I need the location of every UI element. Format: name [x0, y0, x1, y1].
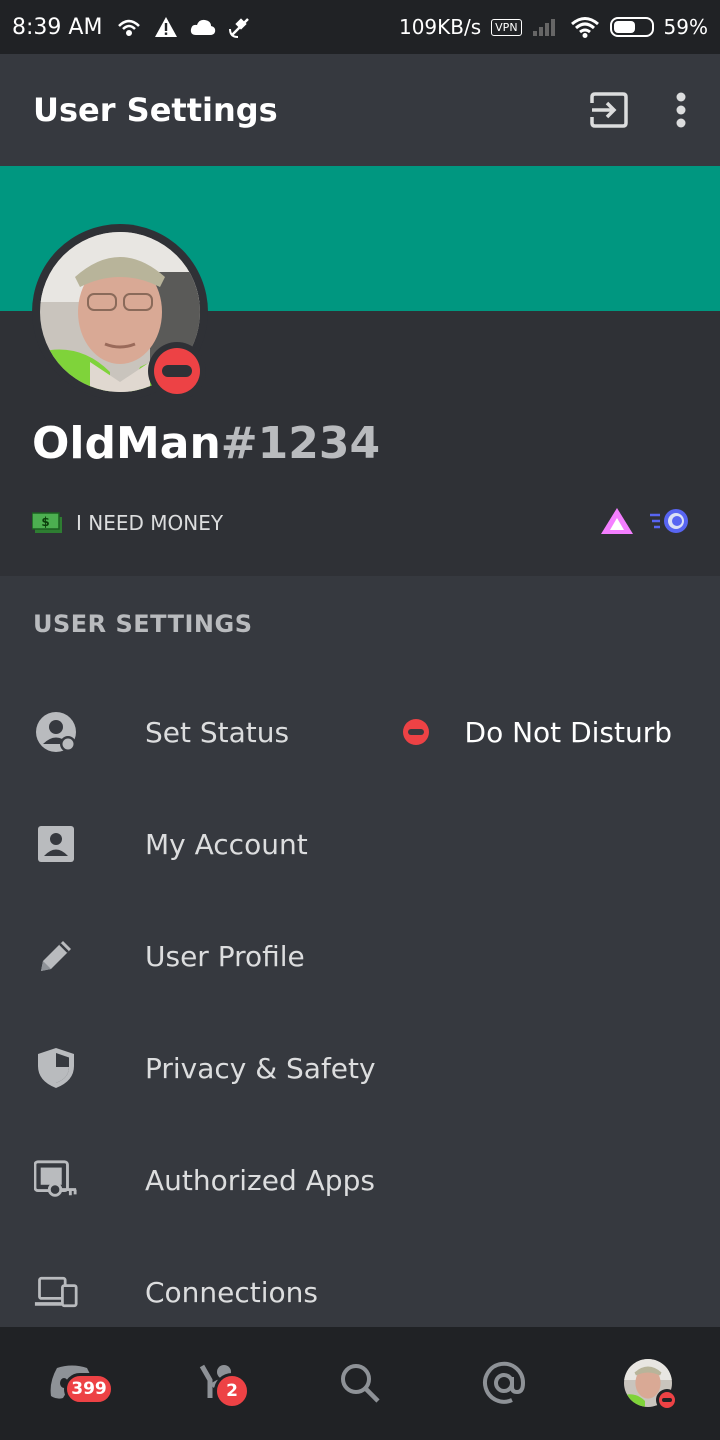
- apps-key-icon: [34, 1158, 78, 1202]
- battery-icon: [609, 17, 654, 37]
- battery-percent: 59%: [663, 15, 708, 39]
- warning-icon: [155, 17, 178, 37]
- status-value: Do Not Disturb: [464, 715, 672, 749]
- search-icon: [341, 1364, 380, 1403]
- profile-badges: [600, 506, 690, 536]
- dnd-status-indicator: [148, 342, 206, 400]
- account-card-icon: [34, 822, 78, 866]
- system-status-bar: 8:39 AM 109KB/s VPN 59%: [0, 0, 720, 54]
- battery-fill: [613, 21, 635, 33]
- home-badge: 399: [64, 1373, 114, 1405]
- nav-mentions[interactable]: [474, 1353, 534, 1413]
- cloud-icon: [191, 19, 216, 35]
- section-header-user-settings: USER SETTINGS: [33, 610, 253, 638]
- menu-label: Authorized Apps: [145, 1163, 375, 1197]
- hypesquad-brilliance-icon[interactable]: [600, 506, 634, 536]
- nav-search[interactable]: [330, 1353, 390, 1413]
- devices-icon: [34, 1270, 78, 1314]
- username-text: OldMan: [32, 418, 221, 469]
- vpn-indicator: VPN: [491, 18, 522, 36]
- mentions-icon: [483, 1361, 526, 1404]
- menu-item-privacy-safety[interactable]: Privacy & Safety: [0, 1012, 720, 1124]
- discriminator: #1234: [220, 418, 381, 469]
- status-person-icon: [34, 710, 78, 754]
- app-bar: User Settings: [0, 54, 720, 166]
- menu-label: Set Status: [145, 715, 290, 749]
- cell-signal-icon: [532, 19, 555, 36]
- nav-friends[interactable]: 2: [188, 1353, 250, 1413]
- pencil-icon: [34, 934, 78, 978]
- menu-item-user-profile[interactable]: User Profile: [0, 900, 720, 1012]
- money-icon: $: [32, 512, 62, 533]
- bottom-navigation: 399 2: [0, 1327, 720, 1440]
- nitro-boost-icon[interactable]: [648, 506, 690, 536]
- logout-icon[interactable]: [589, 91, 629, 129]
- menu-item-set-status[interactable]: Set Status Do Not Disturb: [0, 676, 720, 788]
- satellite-icon: [229, 18, 250, 38]
- nav-dnd-indicator: [656, 1389, 678, 1411]
- friends-badge: 2: [214, 1373, 250, 1409]
- nav-profile[interactable]: [618, 1353, 678, 1413]
- wifi-icon: [570, 17, 599, 38]
- menu-label: Privacy & Safety: [145, 1051, 376, 1085]
- menu-label: Connections: [145, 1275, 319, 1309]
- menu-item-my-account[interactable]: My Account: [0, 788, 720, 900]
- shield-icon: [34, 1046, 78, 1090]
- hotspot-icon: [118, 19, 141, 36]
- menu-item-authorized-apps[interactable]: Authorized Apps: [0, 1124, 720, 1236]
- more-vertical-icon[interactable]: [675, 92, 687, 128]
- network-speed: 109KB/s: [398, 15, 482, 39]
- svg-text:$: $: [41, 515, 49, 529]
- profile-username: OldMan#1234: [32, 418, 380, 469]
- menu-label: My Account: [145, 827, 308, 861]
- page-title: User Settings: [33, 91, 278, 129]
- nav-home[interactable]: 399: [42, 1353, 114, 1413]
- dnd-icon: [402, 719, 429, 745]
- custom-status[interactable]: $ I NEED MONEY: [32, 511, 223, 535]
- status-time: 8:39 AM: [12, 14, 103, 40]
- custom-status-text: I NEED MONEY: [76, 511, 224, 535]
- menu-label: User Profile: [145, 939, 305, 973]
